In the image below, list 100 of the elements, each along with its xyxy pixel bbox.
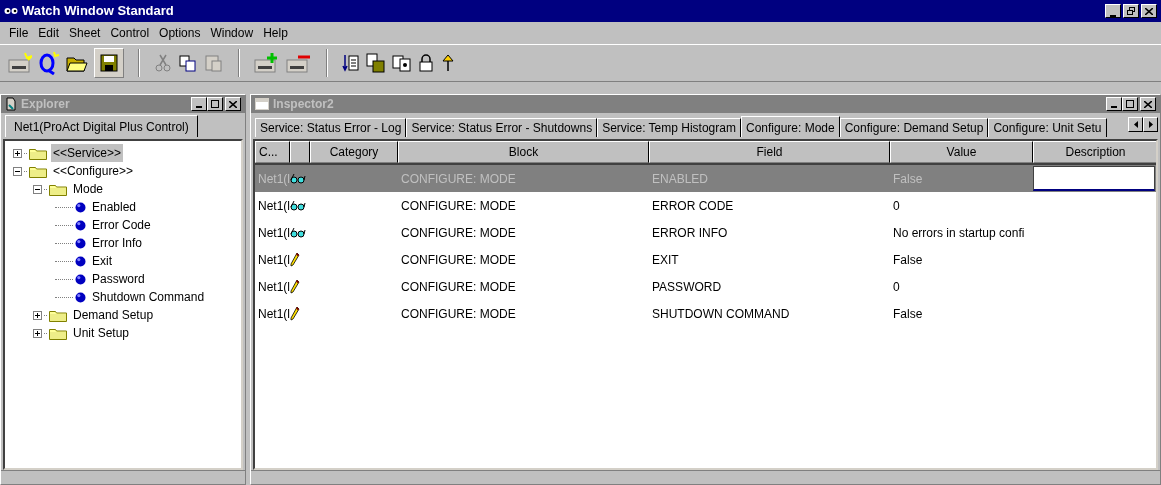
table-cell: SHUTDOWN COMMAND — [652, 306, 790, 321]
table-cell: CONFIGURE: MODE — [401, 171, 516, 186]
description-input[interactable] — [1033, 166, 1155, 191]
copy-icon[interactable] — [178, 53, 198, 73]
tree-item[interactable]: Demand Setup — [71, 306, 156, 324]
arrow-left-icon — [1133, 121, 1138, 128]
panel-title: Explorer — [21, 96, 70, 113]
expand-icon[interactable] — [33, 310, 42, 320]
tree-item[interactable]: <<Configure>> — [51, 162, 136, 180]
menu-item[interactable]: Edit — [33, 22, 65, 44]
add-row-icon[interactable] — [254, 52, 280, 74]
minimize-icon — [196, 106, 202, 108]
sheet-tab[interactable]: Configure: Demand Setup — [839, 118, 989, 137]
panel-title: Inspector2 — [273, 96, 334, 113]
restore-icon — [1127, 7, 1135, 15]
table-cell: ERROR INFO — [652, 225, 728, 240]
scroll-left-button[interactable] — [1128, 117, 1143, 132]
expand-icon[interactable] — [33, 328, 42, 338]
sort-icon[interactable] — [342, 53, 360, 73]
menu-item[interactable]: Sheet — [64, 22, 106, 44]
table-cell: ENABLED — [652, 171, 709, 186]
table-cell: PASSWORD — [652, 279, 722, 294]
table-cell: CONFIGURE: MODE — [401, 225, 516, 240]
folder-icon — [49, 308, 67, 322]
collapse-icon[interactable] — [33, 184, 42, 194]
maximize-icon — [211, 100, 219, 108]
menu-item[interactable]: Options — [154, 22, 206, 44]
glasses-icon — [290, 173, 306, 184]
sheet-tab[interactable]: Service: Status Error - Log — [255, 118, 407, 137]
new-quick-icon[interactable] — [38, 51, 60, 75]
close-button[interactable] — [1140, 97, 1156, 111]
window-title: Watch Window Standard — [22, 2, 174, 21]
device-tab[interactable]: Net1(ProAct Digital Plus Control) — [5, 115, 198, 137]
table-cell: False — [893, 252, 923, 267]
table-cell-text: Net1(l — [258, 278, 290, 296]
folder-icon — [49, 182, 67, 196]
column-header[interactable]: Value — [890, 141, 1033, 163]
menu-item[interactable]: Window — [205, 22, 259, 44]
properties-icon[interactable] — [392, 53, 412, 73]
ball-icon — [75, 237, 86, 249]
maximize-button[interactable] — [1122, 97, 1138, 111]
folder-icon — [49, 326, 67, 340]
column-header[interactable]: Description — [1033, 141, 1156, 163]
tree-item[interactable]: <<Service>> — [51, 144, 124, 162]
save-button[interactable] — [94, 48, 124, 78]
arrow-right-icon — [1148, 121, 1153, 128]
tree-item[interactable]: Error Info — [90, 234, 144, 252]
table-cell-text: Net1(l — [258, 197, 290, 215]
ball-icon — [75, 201, 86, 213]
tree-item[interactable]: Password — [90, 270, 147, 288]
table-cell-text: Net1(l — [258, 251, 290, 269]
new-sheet-icon[interactable] — [8, 52, 32, 74]
ball-icon — [75, 273, 86, 285]
save-sheet-icon[interactable] — [366, 53, 386, 73]
column-header[interactable]: Field — [649, 141, 890, 163]
sheet-tab[interactable]: Configure: Unit Setu — [988, 118, 1107, 137]
table-cell-text: Net1(l — [258, 305, 290, 323]
table-cell: False — [893, 306, 923, 321]
folder-icon — [29, 164, 47, 178]
tree-item[interactable]: Unit Setup — [71, 324, 132, 342]
table-cell: EXIT — [652, 252, 679, 267]
tree-item[interactable]: Shutdown Command — [90, 288, 207, 306]
scroll-right-button[interactable] — [1143, 117, 1158, 132]
minimize-button[interactable] — [1106, 97, 1122, 111]
column-header[interactable]: Block — [398, 141, 649, 163]
app-icon — [4, 7, 18, 15]
sheet-tab[interactable]: Service: Status Error - Shutdowns — [406, 118, 598, 137]
glasses-icon — [290, 227, 306, 238]
pin-icon[interactable] — [440, 54, 456, 72]
lock-icon[interactable] — [418, 54, 434, 72]
minimize-button[interactable] — [1105, 4, 1121, 18]
column-header[interactable]: C... — [255, 141, 290, 163]
tree-item[interactable]: Exit — [90, 252, 114, 270]
close-button[interactable] — [1141, 4, 1157, 18]
window-icon — [255, 98, 269, 110]
expand-icon[interactable] — [13, 148, 22, 158]
menu-item[interactable]: File — [4, 22, 34, 44]
tree-item[interactable]: Mode — [71, 180, 106, 198]
sheet-tab[interactable]: Service: Temp Histogram — [597, 118, 741, 137]
table-cell: No errors in startup confi — [893, 225, 1025, 240]
table-cell: 0 — [893, 198, 900, 213]
column-header[interactable]: Category — [310, 141, 398, 163]
tree-item[interactable]: Enabled — [90, 198, 139, 216]
maximize-button[interactable] — [207, 97, 223, 111]
folder-icon — [29, 146, 47, 160]
table-cell: 0 — [893, 279, 900, 294]
table-cell-text: Net1(l — [258, 224, 290, 242]
collapse-icon[interactable] — [13, 166, 22, 176]
ball-icon — [75, 219, 86, 231]
menu-item[interactable]: Help — [258, 22, 293, 44]
table-cell: CONFIGURE: MODE — [401, 279, 516, 294]
column-header[interactable] — [290, 141, 310, 163]
restore-button[interactable] — [1123, 4, 1139, 18]
sheet-tab[interactable]: Configure: Mode — [740, 116, 840, 137]
close-button[interactable] — [225, 97, 241, 111]
close-icon — [229, 100, 237, 108]
minimize-icon — [1111, 106, 1117, 108]
tree-item[interactable]: Error Code — [90, 216, 153, 234]
menu-item[interactable]: Control — [105, 22, 155, 44]
minimize-button[interactable] — [191, 97, 207, 111]
